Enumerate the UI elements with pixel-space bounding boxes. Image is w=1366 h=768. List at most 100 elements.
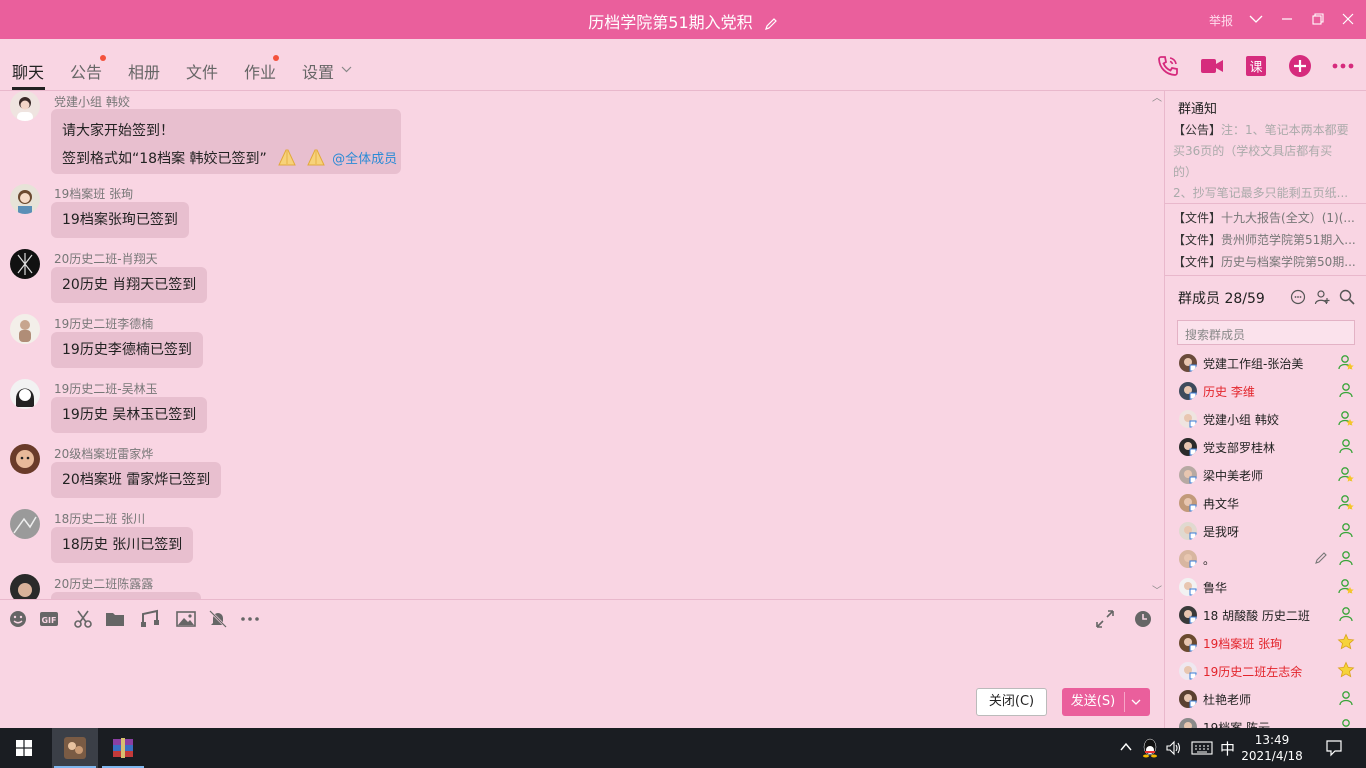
member-row[interactable]: 党支部罗桂林 bbox=[1165, 432, 1366, 460]
class-icon[interactable]: 课 bbox=[1243, 53, 1269, 79]
keyboard-icon[interactable] bbox=[1191, 740, 1213, 756]
close-button[interactable]: 关闭(C) bbox=[976, 688, 1047, 716]
taskbar-clock[interactable]: 13:49 2021/4/18 bbox=[1236, 732, 1308, 764]
gif-icon[interactable]: GIF bbox=[39, 609, 59, 629]
scissors-icon[interactable] bbox=[73, 609, 93, 629]
avatar[interactable] bbox=[10, 184, 40, 214]
member-row[interactable]: 19历史二班左志余 bbox=[1165, 656, 1366, 684]
tab-homework[interactable]: 作业 bbox=[244, 59, 276, 83]
qq-tray-icon[interactable] bbox=[1141, 738, 1159, 758]
member-avatar[interactable] bbox=[1179, 634, 1197, 652]
member-row[interactable]: 19档案 陈云 bbox=[1165, 712, 1366, 728]
scroll-down-icon[interactable]: ﹀ bbox=[1152, 582, 1162, 597]
member-avatar[interactable] bbox=[1179, 606, 1197, 624]
add-app-icon[interactable] bbox=[1287, 53, 1313, 79]
mention-all-members[interactable]: @全体成员 bbox=[332, 152, 397, 167]
edit-nickname-icon[interactable] bbox=[1314, 551, 1328, 565]
search-icon[interactable] bbox=[1339, 289, 1355, 305]
member-row[interactable]: 冉文华 bbox=[1165, 488, 1366, 516]
notice-file-item[interactable]: 【文件】十九大报告(全文）(1)(... bbox=[1173, 209, 1359, 226]
member-row[interactable]: 是我呀 bbox=[1165, 516, 1366, 544]
avatar[interactable] bbox=[10, 314, 40, 344]
member-row[interactable]: 18 胡酸酸 历史二班 bbox=[1165, 600, 1366, 628]
message-bubble[interactable]: 请大家开始签到！ 签到格式如“18档案 韩姣已签到” @全体成员 bbox=[51, 109, 401, 174]
avatar[interactable] bbox=[10, 574, 40, 599]
notice-file-item[interactable]: 【文件】贵州师范学院第51期入... bbox=[1173, 231, 1359, 248]
music-icon[interactable] bbox=[140, 609, 160, 629]
minimize-icon[interactable] bbox=[1278, 10, 1296, 28]
report-link[interactable]: 举报 bbox=[1209, 12, 1233, 29]
image-icon[interactable] bbox=[176, 609, 196, 629]
chat-bubbles-icon[interactable] bbox=[1290, 289, 1306, 305]
announcement-text[interactable]: 的） bbox=[1173, 163, 1359, 180]
add-member-icon[interactable] bbox=[1314, 289, 1330, 305]
send-options-chevron-icon[interactable] bbox=[1130, 696, 1142, 708]
member-row[interactable]: 杜艳老师 bbox=[1165, 684, 1366, 712]
member-avatar[interactable] bbox=[1179, 494, 1197, 512]
tab-files[interactable]: 文件 bbox=[186, 59, 218, 83]
avatar[interactable] bbox=[10, 379, 40, 409]
tab-announcement[interactable]: 公告 bbox=[70, 59, 102, 83]
more-tools-icon[interactable] bbox=[240, 609, 260, 629]
announcement-line[interactable]: 【公告】注：1、笔记本两本都要 bbox=[1173, 121, 1359, 138]
member-avatar[interactable] bbox=[1179, 410, 1197, 428]
announcement-text[interactable]: 买36页的（学校文具店都有买 bbox=[1173, 142, 1359, 159]
tray-overflow-chevron-icon[interactable] bbox=[1119, 740, 1133, 754]
message-bubble[interactable]: 19档案张珣已签到 bbox=[51, 202, 189, 238]
avatar[interactable] bbox=[10, 509, 40, 539]
avatar[interactable] bbox=[10, 249, 40, 279]
member-avatar[interactable] bbox=[1179, 354, 1197, 372]
member-search-input[interactable]: 搜索群成员 bbox=[1177, 320, 1355, 345]
phone-icon[interactable] bbox=[1155, 53, 1181, 79]
more-icon[interactable] bbox=[1330, 53, 1356, 79]
notification-center-icon[interactable] bbox=[1325, 739, 1343, 757]
edit-title-icon[interactable] bbox=[764, 17, 778, 31]
member-avatar[interactable] bbox=[1179, 662, 1197, 680]
member-row[interactable]: 梁中美老师 bbox=[1165, 460, 1366, 488]
close-icon[interactable] bbox=[1339, 10, 1357, 28]
member-avatar[interactable] bbox=[1179, 382, 1197, 400]
announcement-text[interactable]: 2、抄写笔记最多只能剩五页纸... bbox=[1173, 184, 1359, 201]
ime-indicator[interactable]: 中 bbox=[1220, 738, 1235, 759]
windows-start-icon[interactable] bbox=[16, 740, 32, 756]
message-bubble[interactable]: 19历史 吴林玉已签到 bbox=[51, 397, 208, 433]
taskbar-app-qq[interactable] bbox=[52, 728, 98, 768]
video-call-icon[interactable] bbox=[1199, 53, 1225, 79]
chevron-down-icon[interactable] bbox=[1247, 10, 1265, 28]
message-input-area[interactable]: GIF 关闭(C) 发送(S) bbox=[0, 599, 1163, 728]
message-bubble[interactable]: 19历史李德楠已签到 bbox=[51, 332, 203, 368]
member-avatar[interactable] bbox=[1179, 438, 1197, 456]
message-bubble[interactable]: 18历史 张川已签到 bbox=[51, 527, 194, 563]
message-bubble[interactable]: 20历史 肖翔天已签到 bbox=[51, 267, 208, 303]
member-row[interactable]: 鲁华 bbox=[1165, 572, 1366, 600]
tab-chat[interactable]: 聊天 bbox=[12, 59, 44, 83]
send-button[interactable]: 发送(S) bbox=[1062, 688, 1150, 716]
member-avatar[interactable] bbox=[1179, 578, 1197, 596]
avatar[interactable] bbox=[10, 91, 40, 121]
message-bubble[interactable]: 20档案班 雷家烨已签到 bbox=[51, 462, 222, 498]
member-row[interactable]: 历史 李维 bbox=[1165, 376, 1366, 404]
scroll-up-icon[interactable]: ︿ bbox=[1152, 91, 1162, 104]
member-avatar[interactable] bbox=[1179, 550, 1197, 568]
expand-icon[interactable] bbox=[1095, 609, 1115, 629]
member-avatar[interactable] bbox=[1179, 522, 1197, 540]
folder-icon[interactable] bbox=[105, 609, 125, 629]
message-bubble[interactable] bbox=[51, 592, 201, 599]
avatar[interactable] bbox=[10, 444, 40, 474]
notice-file-item[interactable]: 【文件】历史与档案学院第50期... bbox=[1173, 253, 1359, 270]
member-row[interactable]: 党建小组 韩姣 bbox=[1165, 404, 1366, 432]
member-row[interactable]: 19档案班 张珣 bbox=[1165, 628, 1366, 656]
restore-icon[interactable] bbox=[1309, 10, 1327, 28]
bell-off-icon[interactable] bbox=[208, 609, 228, 629]
chat-message-area[interactable]: ︿ 党建小组 韩姣 请大家开始签到！ 签到格式如“18档案 韩姣已签到” @全体… bbox=[0, 91, 1163, 599]
taskbar-app-archive[interactable] bbox=[100, 728, 146, 768]
member-avatar[interactable] bbox=[1179, 718, 1197, 728]
emoji-icon[interactable] bbox=[8, 609, 28, 629]
history-clock-icon[interactable] bbox=[1133, 609, 1153, 629]
member-avatar[interactable] bbox=[1179, 466, 1197, 484]
member-row[interactable]: 。 bbox=[1165, 544, 1366, 572]
settings-chevron-down-icon[interactable] bbox=[341, 64, 352, 75]
tab-album[interactable]: 相册 bbox=[128, 59, 160, 83]
tab-settings[interactable]: 设置 bbox=[302, 59, 334, 83]
member-row[interactable]: 党建工作组-张治美 bbox=[1165, 348, 1366, 376]
